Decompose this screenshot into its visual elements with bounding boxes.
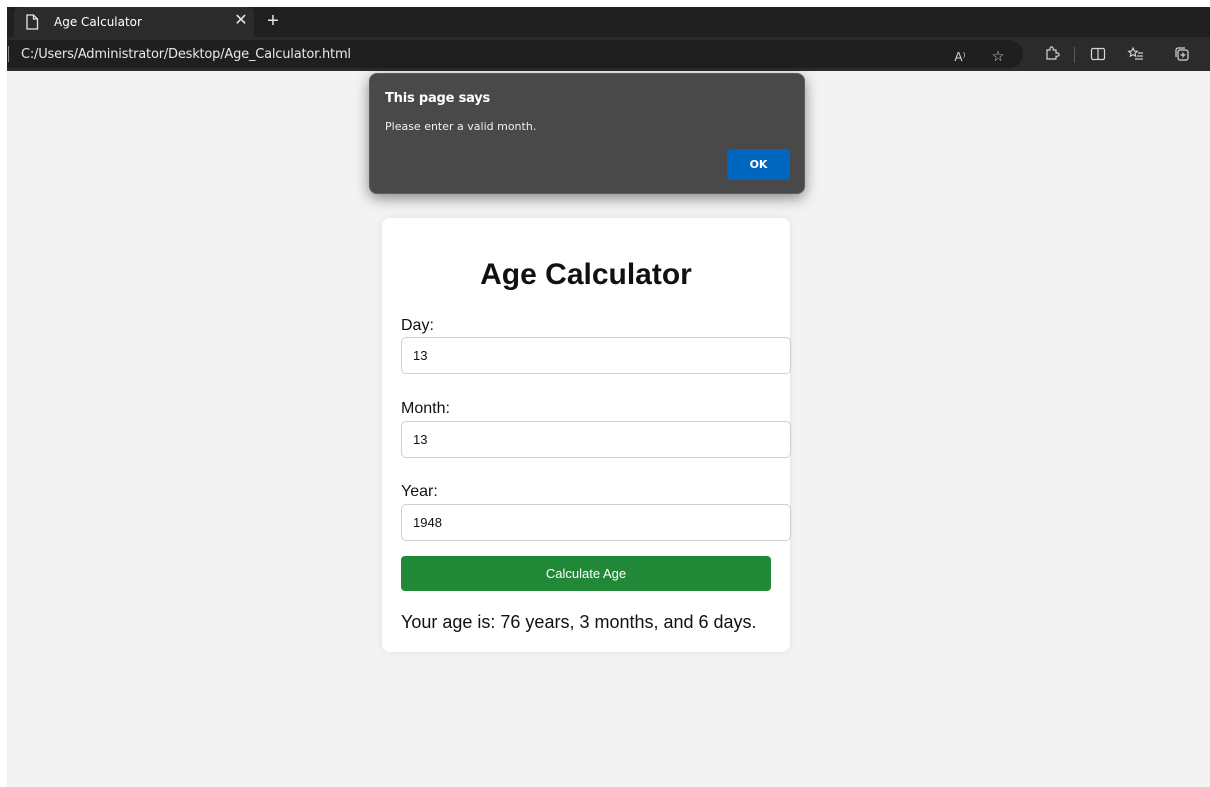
toolbar-separator [1074, 47, 1075, 63]
collections-icon[interactable] [1173, 45, 1191, 63]
new-tab-icon[interactable]: + [263, 9, 283, 33]
calculate-age-button[interactable]: Calculate Age [401, 556, 771, 591]
tab-strip: Age Calculator ✕ + [7, 7, 1210, 37]
page-title: Age Calculator [480, 258, 692, 291]
address-bar-edge [8, 46, 9, 62]
browser-toolbar: C:/Users/Administrator/Desktop/Age_Calcu… [7, 37, 1210, 71]
tab-age-calculator[interactable]: Age Calculator ✕ [14, 7, 254, 37]
address-bar[interactable]: C:/Users/Administrator/Desktop/Age_Calcu… [7, 40, 1023, 68]
close-tab-icon[interactable]: ✕ [234, 12, 248, 30]
month-label: Month: [401, 400, 450, 417]
tab-title: Age Calculator [54, 15, 142, 29]
alert-ok-button[interactable]: OK [727, 149, 790, 180]
extensions-icon[interactable] [1043, 45, 1061, 63]
age-result: Your age is: 76 years, 3 months, and 6 d… [401, 612, 757, 632]
month-input[interactable] [401, 421, 791, 458]
favorite-star-icon[interactable]: ☆ [989, 48, 1007, 66]
browser-window: Age Calculator ✕ + C:/Users/Administrato… [7, 7, 1210, 787]
alert-dialog: This page says Please enter a valid mont… [369, 73, 805, 194]
alert-message: Please enter a valid month. [385, 120, 537, 133]
year-input[interactable] [401, 504, 791, 541]
day-label: Day: [401, 317, 434, 334]
alert-title: This page says [385, 91, 491, 106]
favorites-list-icon[interactable] [1127, 45, 1145, 63]
page-icon [25, 14, 39, 30]
day-input[interactable] [401, 337, 791, 374]
read-aloud-icon[interactable]: A⁾ [951, 48, 969, 66]
split-screen-icon[interactable] [1089, 45, 1107, 63]
year-label: Year: [401, 483, 438, 500]
age-calculator-card: Age Calculator Day: Month: Year: Calcula… [382, 218, 791, 652]
address-url: C:/Users/Administrator/Desktop/Age_Calcu… [21, 47, 351, 62]
